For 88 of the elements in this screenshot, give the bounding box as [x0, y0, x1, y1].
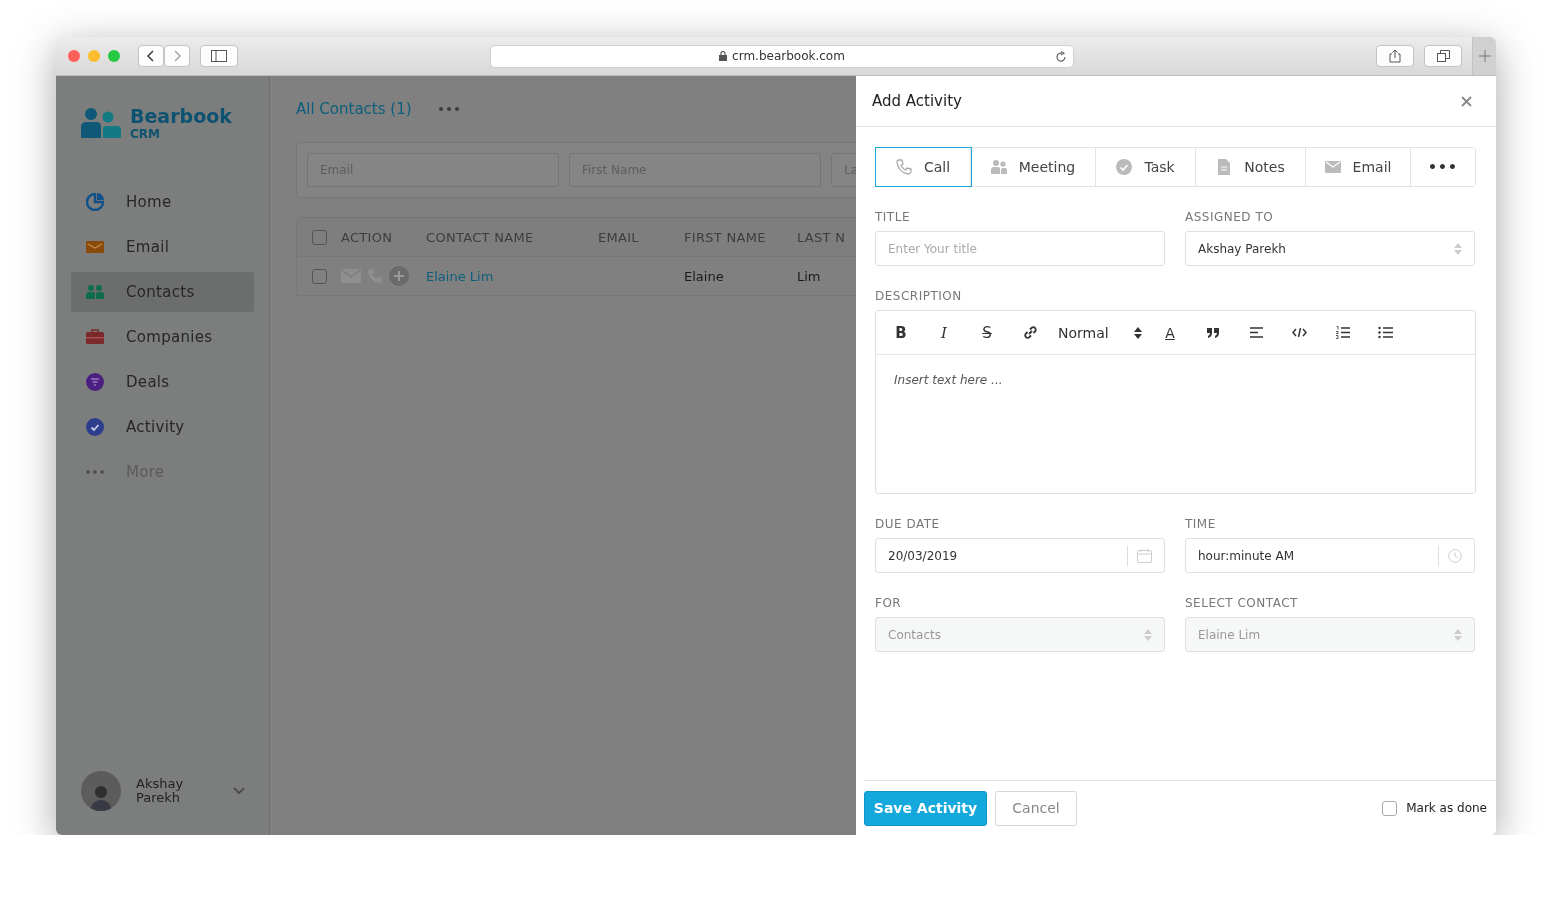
text-color-button[interactable]: A	[1155, 320, 1185, 345]
phone-icon	[895, 159, 912, 175]
table-cell-text: Lim	[797, 268, 822, 284]
sidebar-item[interactable]: Activity	[71, 407, 254, 447]
chevron-left-icon[interactable]	[146, 49, 156, 63]
overlapping-squares-icon[interactable]	[1436, 50, 1450, 62]
field-label: FOR	[875, 596, 903, 610]
mark-as-done-checkbox[interactable]	[1382, 800, 1398, 816]
chevron-right-icon[interactable]	[172, 49, 182, 63]
plus-icon[interactable]	[1478, 50, 1491, 62]
bulleted-list-icon[interactable]	[1377, 325, 1393, 340]
url-text: crm.bearbook.com	[732, 49, 845, 63]
people-icon	[990, 159, 1007, 175]
panel-title: Add Activity	[872, 92, 962, 110]
column-header[interactable]: FIRST NAME	[684, 229, 797, 245]
chevron-down-icon[interactable]	[233, 787, 245, 795]
calendar-icon[interactable]	[1137, 548, 1152, 563]
code-icon[interactable]	[1291, 325, 1307, 340]
close-window-button[interactable]	[68, 50, 80, 62]
sidebar-item[interactable]: Companies	[71, 317, 254, 357]
share-button[interactable]	[1376, 45, 1414, 67]
save-activity-button[interactable]: Save Activity	[864, 790, 987, 826]
check-circle-icon	[1116, 159, 1133, 175]
logo-subtitle: CRM	[130, 127, 161, 140]
avatar[interactable]	[81, 771, 121, 811]
home-icon	[86, 193, 104, 211]
user-name: Akshay Parekh	[136, 776, 184, 805]
field-label: TIME	[1185, 517, 1217, 531]
quote-icon[interactable]	[1205, 325, 1221, 340]
logo-name: Bearbook	[130, 106, 232, 126]
field-label: SELECT CONTACT	[1185, 596, 1299, 610]
mark-as-done-label[interactable]: Mark as done	[1406, 801, 1487, 815]
column-header[interactable]: CONTACT NAME	[426, 229, 598, 245]
sidebar-item[interactable]: Deals	[71, 362, 254, 402]
field-label: DESCRIPTION	[875, 289, 963, 303]
zoom-window-button[interactable]	[108, 50, 120, 62]
due-date-field[interactable]: 20/03/2019	[875, 538, 1165, 573]
people-icon	[86, 283, 104, 301]
field-label: DUE DATE	[875, 517, 941, 531]
assigned-to-select[interactable]: Akshay Parekh	[1185, 231, 1475, 266]
description-editor[interactable]: B I S Normal A Insert text here ...	[875, 310, 1476, 494]
new-tab-button[interactable]	[1472, 37, 1496, 75]
sort-arrows-icon	[1144, 628, 1152, 641]
plus-circle-icon[interactable]	[389, 266, 409, 286]
logo-icon	[81, 107, 121, 139]
close-icon[interactable]	[1461, 95, 1472, 107]
more-icon[interactable]	[438, 107, 459, 111]
select-all-checkbox[interactable]	[312, 229, 327, 245]
table-cell-text: Elaine	[684, 268, 725, 284]
sidebar-item[interactable]: Email	[71, 227, 254, 267]
sidebar-toggle-button[interactable]	[200, 45, 238, 67]
reload-icon[interactable]	[1055, 50, 1067, 63]
sort-arrows-icon	[1454, 242, 1462, 255]
document-icon	[1216, 159, 1233, 175]
field-label: TITLE	[875, 210, 911, 224]
time-field[interactable]: hour:minute AM	[1185, 538, 1475, 573]
activity-tab[interactable]: Call	[876, 148, 971, 186]
text-style-select[interactable]: Normal	[1058, 320, 1142, 345]
field-label: ASSIGNED TO	[1185, 210, 1275, 224]
sidebar-item[interactable]: Contacts	[71, 272, 254, 312]
numbered-list-icon[interactable]	[1334, 325, 1350, 340]
column-header[interactable]: EMAIL	[598, 229, 684, 245]
strikethrough-button[interactable]: S	[972, 320, 1002, 345]
envelope-icon	[86, 238, 104, 256]
forward-button[interactable]	[164, 45, 190, 67]
column-header[interactable]: ACTION	[341, 229, 426, 245]
envelope-icon	[1324, 159, 1341, 175]
briefcase-icon	[86, 328, 104, 346]
row-checkbox[interactable]	[312, 268, 327, 284]
italic-button[interactable]: I	[929, 320, 959, 345]
check-circle-icon	[86, 418, 104, 436]
editor-placeholder: Insert text here ...	[894, 373, 1003, 387]
align-left-icon[interactable]	[1248, 325, 1264, 340]
sidebar-icon[interactable]	[211, 50, 227, 62]
filter-icon	[86, 373, 104, 391]
column-header[interactable]: LAST N	[797, 229, 856, 245]
lock-icon	[719, 51, 728, 61]
cancel-button[interactable]: Cancel	[995, 790, 1077, 826]
tabs-button[interactable]	[1424, 45, 1462, 67]
link-icon[interactable]	[1022, 325, 1038, 340]
title-field[interactable]: Enter Your title	[875, 231, 1165, 266]
more-icon	[86, 470, 104, 474]
share-icon[interactable]	[1389, 49, 1401, 63]
address-bar[interactable]: crm.bearbook.com	[490, 44, 1074, 68]
sidebar-item[interactable]: Home	[71, 182, 254, 222]
sort-arrows-icon	[1454, 628, 1462, 641]
sort-arrows-icon	[1134, 326, 1142, 339]
bold-button[interactable]: B	[886, 320, 916, 345]
